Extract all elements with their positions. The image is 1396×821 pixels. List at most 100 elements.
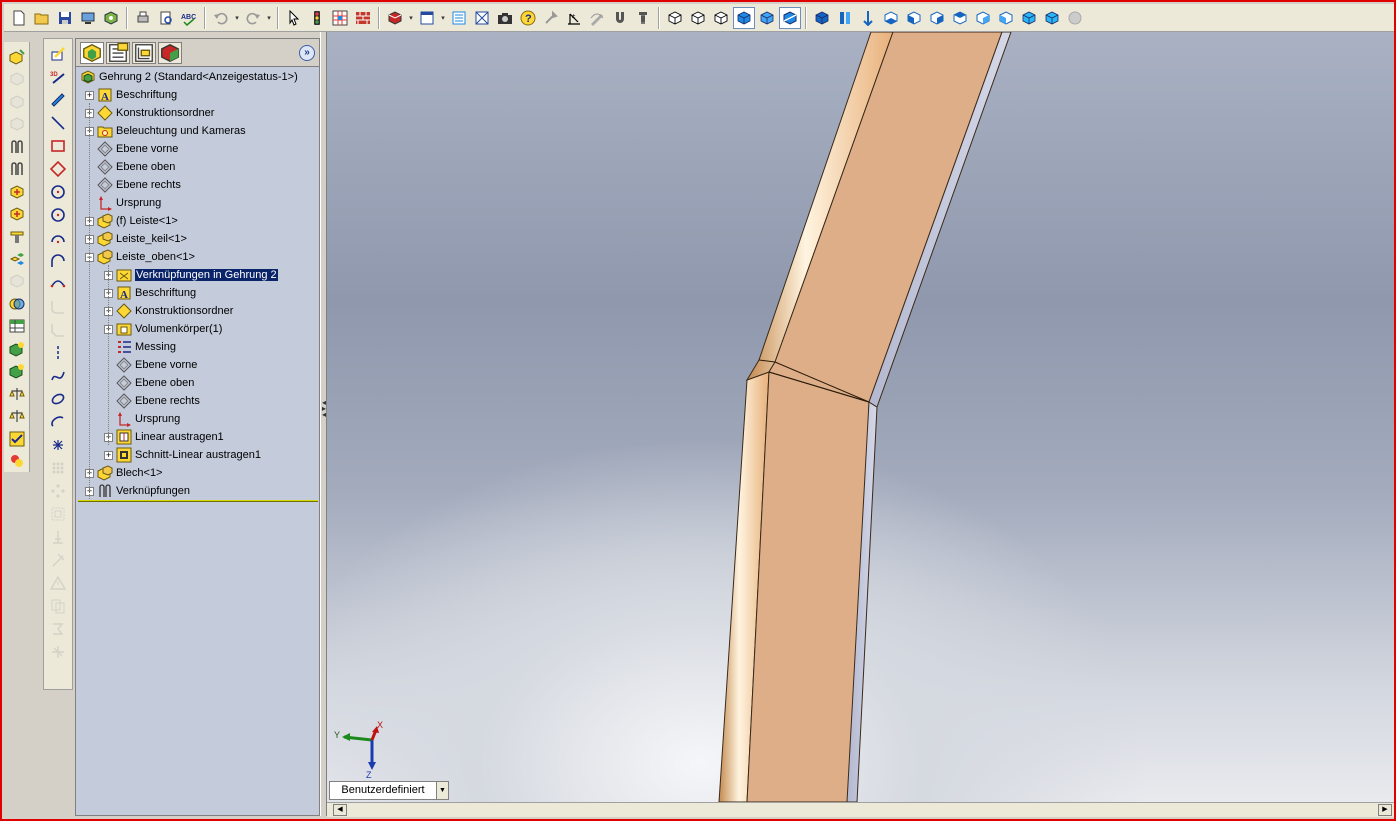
- spelling-button[interactable]: ABC: [178, 7, 200, 29]
- move-component-button[interactable]: [6, 203, 28, 224]
- property-manager-button[interactable]: [448, 7, 470, 29]
- view-dimetric-button[interactable]: [995, 7, 1017, 29]
- smart-fasteners-button[interactable]: [6, 226, 28, 247]
- view-normal-button[interactable]: [1018, 7, 1040, 29]
- center-arc-button[interactable]: [47, 227, 69, 249]
- tree-item[interactable]: + A Beschriftung: [104, 284, 196, 302]
- disabled-circle-button[interactable]: [1064, 7, 1086, 29]
- spline-button[interactable]: [47, 365, 69, 387]
- view-orientation-select[interactable]: Benutzerdefiniert ▼: [329, 781, 449, 800]
- horizontal-scrollbar[interactable]: ◀ ▶: [327, 802, 1394, 817]
- hide-show-button[interactable]: [6, 68, 28, 89]
- panel-splitter[interactable]: ◂ ▸ ◂: [320, 32, 327, 816]
- dropdown-arrow-icon[interactable]: ▾: [265, 14, 273, 22]
- polygon-button[interactable]: [47, 158, 69, 180]
- scroll-left-icon[interactable]: ◀: [333, 804, 347, 816]
- view-orientation-button[interactable]: [416, 7, 438, 29]
- tree-item[interactable]: + Volumenkörper(1): [104, 320, 222, 338]
- point-button[interactable]: [47, 434, 69, 456]
- grid-button[interactable]: [329, 7, 351, 29]
- save-button[interactable]: [54, 7, 76, 29]
- tab-configuration[interactable]: [132, 41, 156, 64]
- tree-item[interactable]: + Blech<1>: [85, 464, 162, 482]
- expand-icon[interactable]: +: [104, 450, 113, 460]
- circle-button[interactable]: [47, 204, 69, 226]
- tree-item[interactable]: − Leiste_oben<1>: [85, 248, 195, 266]
- tangent-arc-button[interactable]: [47, 250, 69, 272]
- insert-component-button[interactable]: [6, 46, 28, 67]
- page-setup-button[interactable]: [155, 7, 177, 29]
- partial-ellipse-button[interactable]: [47, 411, 69, 433]
- view-bottom-button[interactable]: [880, 7, 902, 29]
- hidden-removed-button[interactable]: [710, 7, 732, 29]
- undo-button[interactable]: [210, 7, 232, 29]
- hide-show-button[interactable]: [6, 113, 28, 134]
- mass-properties-button[interactable]: [6, 383, 28, 404]
- brick-button[interactable]: [352, 7, 374, 29]
- new-document-button[interactable]: [8, 7, 30, 29]
- help-button[interactable]: ?: [517, 7, 539, 29]
- sketch-button[interactable]: [47, 43, 69, 65]
- chevron-down-icon[interactable]: ▼: [437, 781, 449, 800]
- tree-item[interactable]: Ebene rechts: [85, 176, 181, 194]
- line-button[interactable]: [47, 112, 69, 134]
- hide-show-button[interactable]: [6, 271, 28, 292]
- measure-button[interactable]: ±: [563, 7, 585, 29]
- view-back-button[interactable]: [834, 7, 856, 29]
- tab-property[interactable]: [106, 41, 130, 64]
- view-right-button[interactable]: [926, 7, 948, 29]
- repair-button[interactable]: [47, 549, 69, 571]
- tree-item[interactable]: Ebene vorne: [104, 356, 197, 374]
- circular-pattern-button[interactable]: [47, 480, 69, 502]
- print-preview-button[interactable]: [77, 7, 99, 29]
- rollback-bar[interactable]: [78, 500, 318, 502]
- tree-item[interactable]: Ebene vorne: [85, 140, 178, 158]
- rebuild-button[interactable]: [306, 7, 328, 29]
- tree-item[interactable]: + Leiste_keil<1>: [85, 230, 187, 248]
- smart-dimension-button[interactable]: [47, 89, 69, 111]
- view-trimetric-button[interactable]: [972, 7, 994, 29]
- shaded-edges-button[interactable]: [733, 6, 755, 29]
- chamfer-button[interactable]: [47, 319, 69, 341]
- tools-button[interactable]: [540, 7, 562, 29]
- bom-button[interactable]: [6, 316, 28, 337]
- tab-feature-tree[interactable]: [80, 41, 104, 64]
- move-entities-button[interactable]: [47, 641, 69, 663]
- dropdown-arrow-icon[interactable]: ▾: [233, 14, 241, 22]
- photo-render-button[interactable]: [6, 450, 28, 471]
- print-button[interactable]: [132, 7, 154, 29]
- circle-button[interactable]: [47, 181, 69, 203]
- redo-button[interactable]: [242, 7, 264, 29]
- assembly-features-button[interactable]: [6, 361, 28, 382]
- scroll-right-icon[interactable]: ▶: [1378, 804, 1392, 816]
- 3d-model[interactable]: [327, 32, 1394, 802]
- tree-item[interactable]: Ursprung: [104, 410, 180, 428]
- sketch-tool-button[interactable]: [586, 7, 608, 29]
- section-view-button[interactable]: [779, 6, 801, 29]
- fillet-button[interactable]: [47, 296, 69, 318]
- tree-item[interactable]: + Konstruktionsordner: [104, 302, 233, 320]
- three-point-arc-button[interactable]: [47, 273, 69, 295]
- interference-button[interactable]: [6, 293, 28, 314]
- explode-button[interactable]: [6, 248, 28, 269]
- mass-properties-button[interactable]: [6, 406, 28, 427]
- rectangle-button[interactable]: [47, 135, 69, 157]
- tree-item[interactable]: Messing: [104, 338, 176, 356]
- view-front-button[interactable]: [811, 7, 833, 29]
- assembly-features-button[interactable]: [6, 338, 28, 359]
- sketch-3d-button[interactable]: 3D: [47, 66, 69, 88]
- tree-item[interactable]: Ebene oben: [104, 374, 194, 392]
- view-cube-button[interactable]: [1041, 7, 1063, 29]
- copy-button[interactable]: [47, 595, 69, 617]
- relation-button[interactable]: [47, 526, 69, 548]
- collapse-panel-icon[interactable]: »: [299, 45, 315, 61]
- dropdown-arrow-icon[interactable]: ▾: [407, 14, 415, 22]
- hide-show-button[interactable]: [6, 91, 28, 112]
- linear-pattern-button[interactable]: [47, 457, 69, 479]
- move-component-button[interactable]: [6, 181, 28, 202]
- tree-item[interactable]: Ursprung: [85, 194, 161, 212]
- tree-item[interactable]: + Beleuchtung und Kameras: [85, 122, 246, 140]
- tab-display[interactable]: [158, 41, 182, 64]
- ellipse-button[interactable]: [47, 388, 69, 410]
- tree-item[interactable]: + (f) Leiste<1>: [85, 212, 178, 230]
